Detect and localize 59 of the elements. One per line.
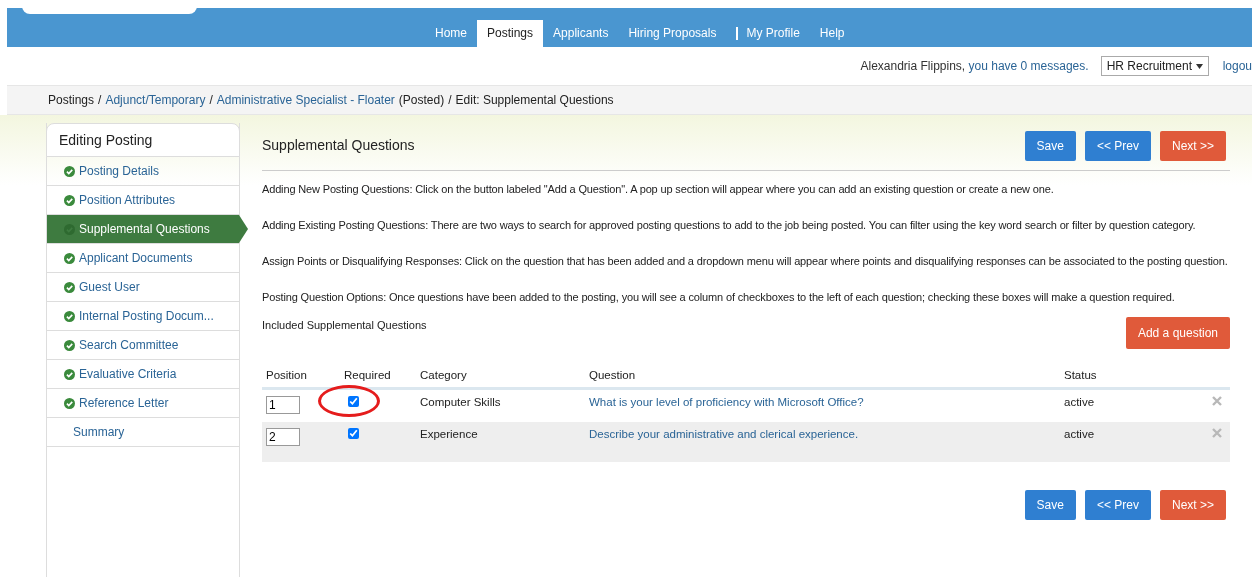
footer-button[interactable]: << Prev — [1084, 490, 1151, 520]
toolbar-button[interactable]: Next >> — [1159, 131, 1226, 161]
instruction-text: Adding New Posting Questions: Click on the button labeled "Add a Question". A pop up section will appear where you can add an existing question or create a new one. — [262, 182, 1055, 197]
nav-tab[interactable]: Postings — [477, 20, 544, 47]
breadcrumb-link[interactable]: Administrative Specialist - Floater — [216, 93, 395, 107]
check-circle-icon — [64, 165, 75, 177]
logout-link[interactable]: logou — [1222, 59, 1252, 73]
instruction-text: Assign Points or Disqualifying Responses: Click on the question that has been added and a dropdown menu will appear where points and disqualifying responses can be associated to the posting question. — [262, 254, 1229, 269]
column-header: Category — [416, 369, 585, 389]
role-select[interactable]: HR Recruitment — [1100, 56, 1209, 76]
column-header: Question — [585, 369, 1060, 389]
sidebar-item[interactable]: Summary — [47, 418, 239, 447]
sidebar-item[interactable]: Reference Letter — [47, 389, 239, 418]
breadcrumb-separator: / — [98, 93, 102, 107]
messages-link[interactable]: you have 0 messages. — [968, 59, 1089, 73]
table-cell: Computer Skills — [416, 388, 585, 422]
table-cell: active — [1060, 388, 1208, 422]
check-circle-icon — [64, 252, 75, 264]
question-link[interactable]: What is your level of proficiency with Microsoft Office? — [589, 396, 864, 408]
breadcrumb-link[interactable]: Adjunct/Temporary — [105, 93, 206, 107]
column-header: Required — [340, 369, 416, 389]
breadcrumb-text: Postings — [48, 93, 95, 107]
message-text: Alexandria Flippins, you have 0 messages. — [860, 59, 1089, 73]
check-circle-icon — [64, 368, 75, 380]
instruction-text: Adding Existing Posting Questions: There are two ways to search for approved posting questions to add to the job being posted. You can filter using the key word search or filter by question category. — [262, 218, 1197, 233]
check-circle-icon — [64, 339, 75, 351]
sidebar-item[interactable]: Search Committee — [47, 331, 239, 360]
required-checkbox[interactable] — [348, 396, 359, 407]
sidebar-item[interactable]: Posting Details — [47, 157, 239, 186]
required-checkbox[interactable] — [348, 428, 359, 439]
section-heading: Supplemental Questions — [262, 137, 415, 153]
breadcrumb-separator: / — [209, 93, 213, 107]
toolbar-button[interactable]: << Prev — [1084, 131, 1151, 161]
check-circle-icon — [64, 397, 75, 409]
sidebar-item[interactable]: Internal Posting Docum... — [47, 302, 239, 331]
table-cell: Experience — [416, 422, 585, 462]
check-circle-icon — [64, 310, 75, 322]
add-question-button[interactable]: Add a question — [1125, 317, 1230, 349]
breadcrumb-text: (Posted) — [398, 93, 445, 107]
instruction-text: Posting Question Options: Once questions have been added to the posting, you will see a column of checkboxes to the left of each question; checking these boxes will make a question required. — [262, 290, 1176, 305]
sidebar-item[interactable]: Applicant Documents — [47, 244, 239, 273]
question-link[interactable]: Describe your administrative and clerical experience. — [589, 428, 859, 440]
subsection-title: Included Supplemental Questions — [262, 319, 427, 331]
table-cell: active — [1060, 422, 1208, 462]
column-header: Position — [262, 369, 340, 389]
sidebar-item[interactable]: Guest User — [47, 273, 239, 302]
column-header: Status — [1060, 369, 1208, 389]
check-circle-icon — [64, 194, 75, 206]
breadcrumb-separator: / — [448, 93, 452, 107]
check-circle-icon — [64, 281, 75, 293]
breadcrumb-text: Edit: Supplemental Questions — [455, 93, 614, 107]
sidebar-item[interactable]: Evaluative Criteria — [47, 360, 239, 389]
footer-button[interactable]: Next >> — [1159, 490, 1226, 520]
toolbar-button[interactable]: Save — [1024, 131, 1076, 161]
caret-icon — [1195, 63, 1203, 69]
position-field[interactable]: 1 — [266, 396, 300, 414]
footer-button[interactable]: Save — [1024, 490, 1076, 520]
panel-title: Editing Posting — [46, 123, 240, 157]
position-field[interactable]: 2 — [266, 428, 300, 446]
